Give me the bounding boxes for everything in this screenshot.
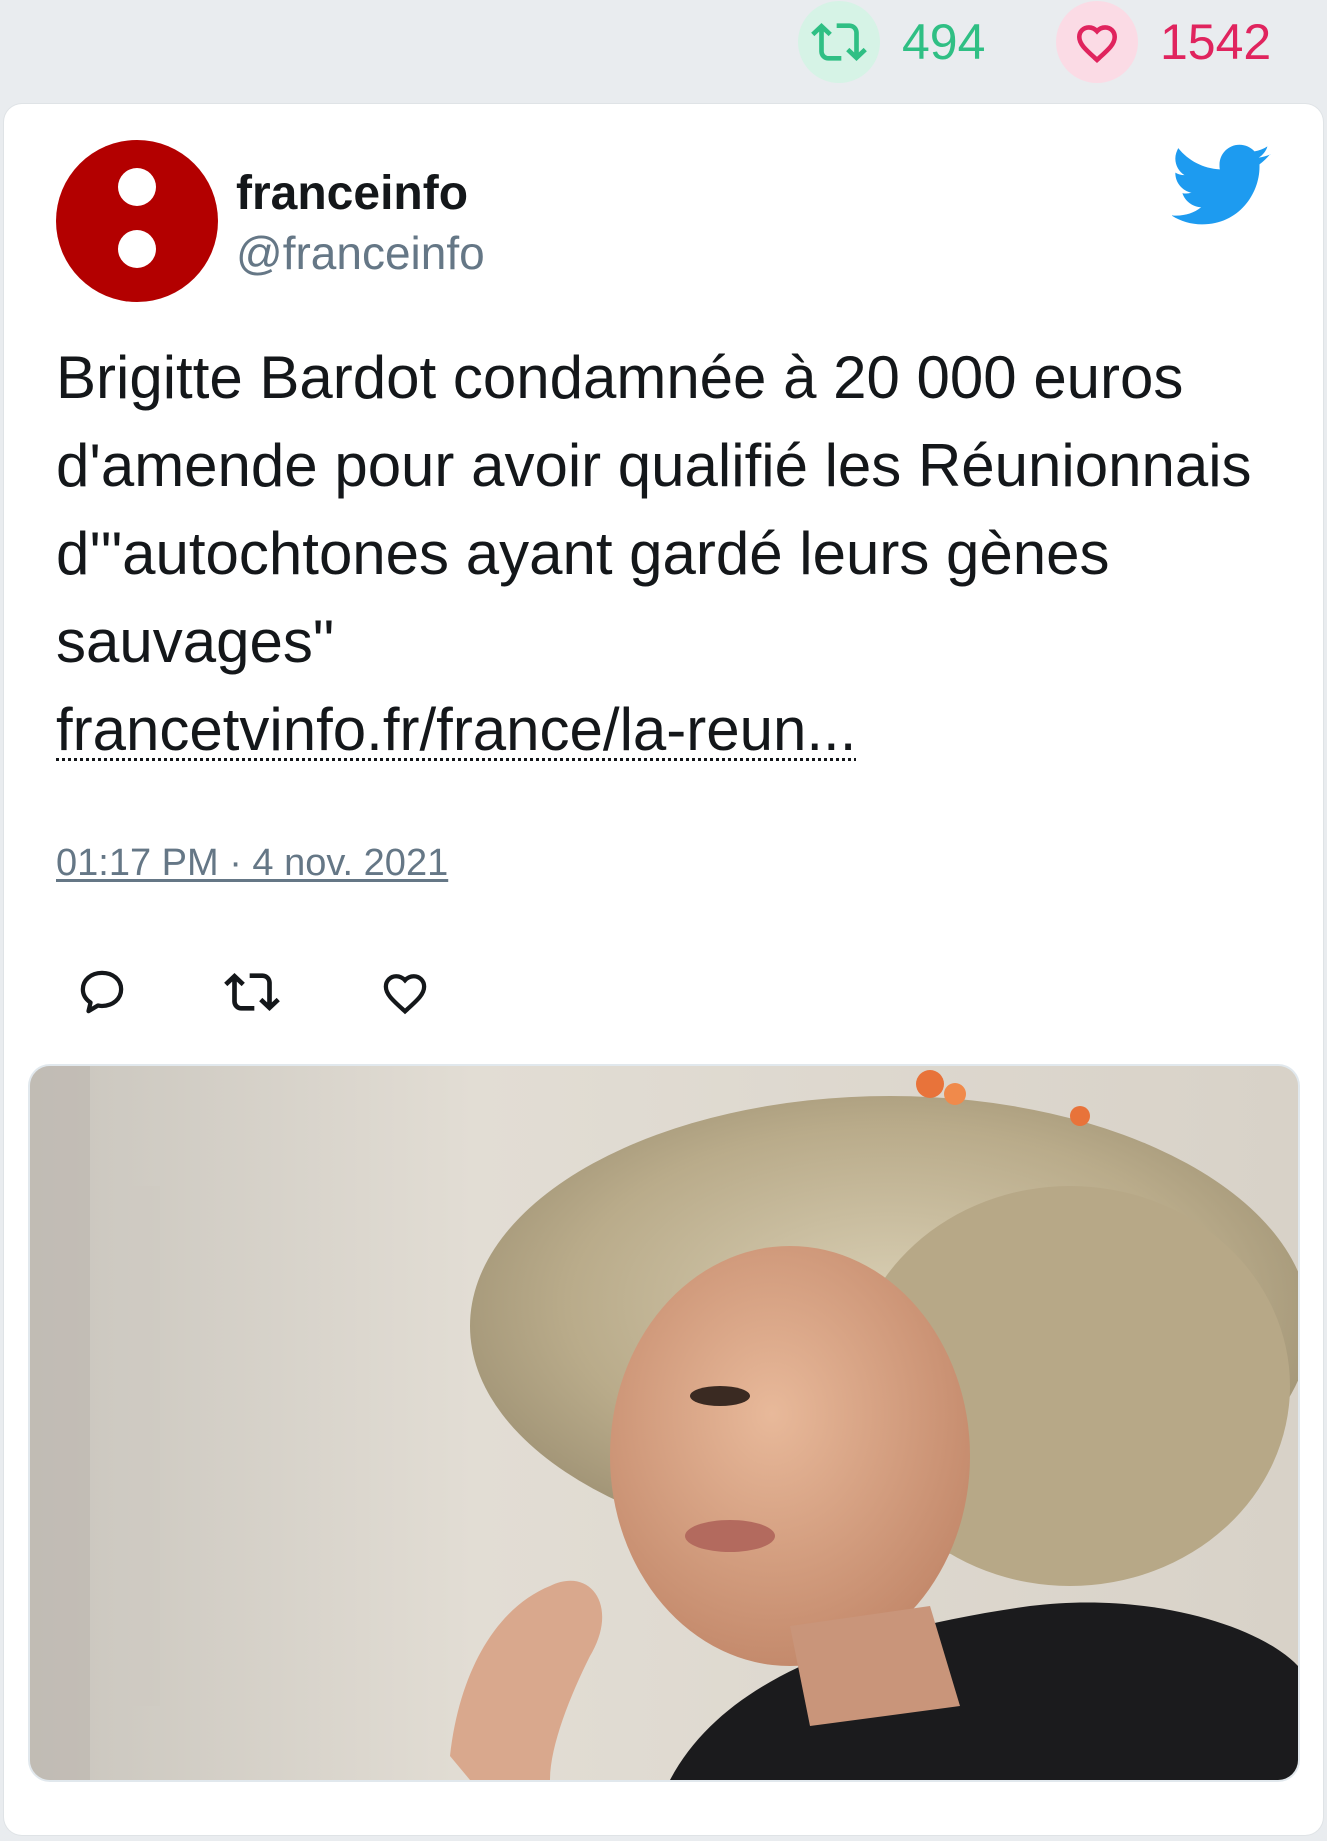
engagement-stats: 494 1542 [0,0,1327,96]
avatar-dot-bottom [118,230,156,268]
reply-icon[interactable] [74,964,130,1020]
avatar-dot-top [118,168,156,206]
like-icon[interactable] [377,964,433,1020]
retweet-action-icon[interactable] [224,964,280,1020]
tweet-body: Brigitte Bardot condamnée à 20 000 euros… [56,344,1252,675]
tweet-actions [74,964,494,1024]
tweet-photo[interactable] [30,1066,1298,1780]
heart-icon [1056,1,1138,83]
retweet-stat[interactable]: 494 [798,1,986,83]
avatar[interactable] [56,140,218,302]
tweet-timestamp[interactable]: 01:17 PM · 4 nov. 2021 [56,842,448,885]
tweet-text: Brigitte Bardot condamnée à 20 000 euros… [56,334,1286,774]
twitter-bird-icon[interactable] [1171,144,1272,228]
retweet-count: 494 [902,14,986,70]
like-count: 1542 [1160,14,1272,70]
tweet-link[interactable]: francetvinfo.fr/france/la-reun... [56,696,856,763]
tweet-card: franceinfo @franceinfo Brigitte Bardot c… [4,104,1323,1835]
author-handle[interactable]: @franceinfo [236,226,485,280]
author-name[interactable]: franceinfo [236,166,468,221]
retweet-icon [798,1,880,83]
like-stat[interactable]: 1542 [1056,1,1272,83]
